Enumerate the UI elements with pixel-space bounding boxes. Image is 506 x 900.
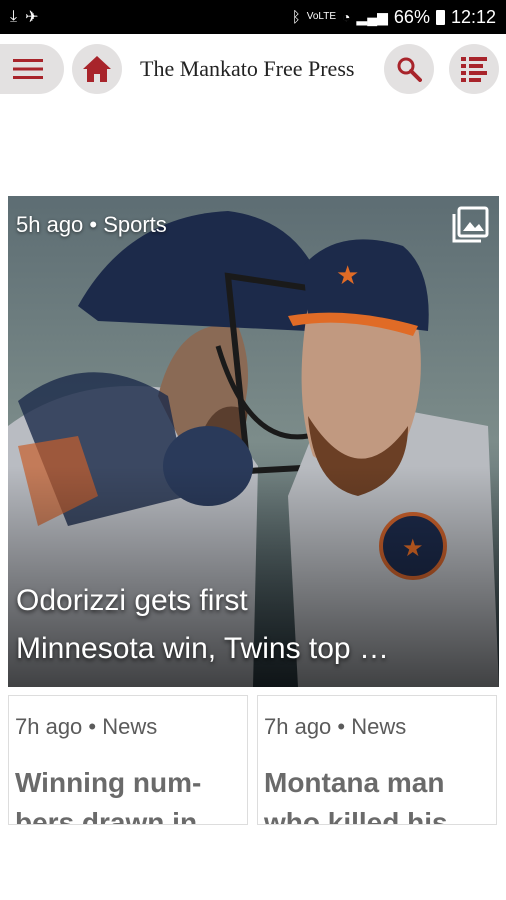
sections-list-icon — [461, 57, 487, 82]
search-button[interactable] — [384, 44, 434, 94]
story-headline: Winning num- bers drawn in — [15, 767, 202, 825]
search-icon — [397, 57, 422, 82]
hero-story-headline[interactable]: Odorizzi gets first Minnesota win, Twins… — [16, 577, 491, 673]
photo-gallery-button[interactable] — [451, 206, 489, 249]
story-card[interactable]: 7h ago • News Winning num- bers drawn in — [8, 695, 248, 825]
signal-boost-icon: ✈ — [25, 9, 39, 26]
hero-story[interactable]: ★ ★ 5h ago • Sports Odorizzi gets first … — [8, 196, 499, 687]
menu-icon — [13, 59, 43, 79]
photo-gallery-icon — [452, 206, 489, 243]
story-meta: 7h ago • News — [264, 714, 407, 739]
bluetooth-icon: ᛒ — [291, 8, 301, 26]
battery-icon — [435, 9, 445, 25]
hero-story-meta: 5h ago • Sports — [16, 212, 167, 237]
story-card[interactable]: 7h ago • News Montana man who killed his — [257, 695, 497, 825]
publication-title: The Mankato Free Press — [140, 56, 355, 81]
headline-line-2: Minnesota win, Twins top … — [16, 632, 389, 665]
wifi-icon: ◔ — [342, 9, 351, 25]
clock: 12:12 — [450, 6, 496, 27]
battery-level: 66% — [393, 6, 430, 27]
download-icon: ⤓ — [10, 8, 18, 25]
home-icon — [83, 56, 111, 82]
headline-line-1: Odorizzi gets first — [16, 584, 248, 617]
status-bar: ⤓ ✈ ᛒ VoLTE ◔ ▂▄▆ 66% 12:12 — [0, 0, 506, 34]
menu-button[interactable] — [0, 44, 64, 94]
app-header: The Mankato Free Press — [0, 34, 506, 106]
home-button[interactable] — [72, 44, 122, 94]
story-headline: Montana man who killed his — [264, 767, 448, 825]
sections-button[interactable] — [449, 44, 499, 94]
cell-signal-icon: ▂▄▆ — [356, 8, 388, 25]
volte-icon: VoLTE — [306, 11, 336, 22]
story-meta: 7h ago • News — [15, 714, 158, 739]
